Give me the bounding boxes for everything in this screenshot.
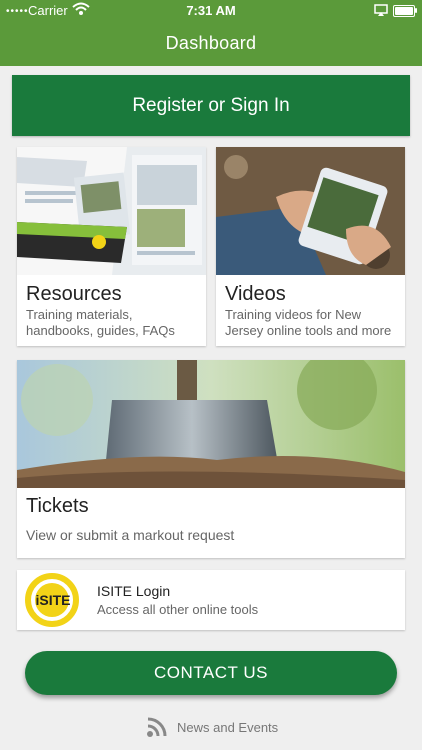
resources-image	[17, 147, 206, 275]
contact-us-button[interactable]: CONTACT US	[25, 651, 397, 695]
isite-logo: iSITE	[17, 570, 88, 630]
isite-logo-text: iSITE	[35, 592, 70, 608]
resources-subtitle: Training materials, handbooks, guides, F…	[26, 307, 175, 338]
battery-tip	[415, 8, 417, 13]
videos-subtitle: Training videos for New Jersey online to…	[225, 307, 392, 338]
tickets-title: Tickets	[26, 495, 89, 517]
tickets-subtitle: View or submit a markout request	[26, 527, 235, 543]
page-title: Dashboard	[165, 33, 257, 53]
resources-card[interactable]: Resources Training materials, handbooks,…	[17, 147, 206, 346]
isite-subtitle: Access all other online tools	[97, 602, 259, 617]
isite-logo-icon: iSITE	[25, 573, 79, 627]
battery-icon	[393, 5, 415, 17]
videos-image	[216, 147, 405, 275]
tickets-card[interactable]: Tickets View or submit a markout request	[17, 360, 405, 558]
app-header: ••••• Carrier 7:31 AM Dashboard	[0, 0, 422, 66]
screen-mirroring-icon	[374, 4, 388, 16]
register-sign-in-button[interactable]: Register or Sign In	[12, 75, 410, 136]
news-and-events-label: News and Events	[177, 720, 279, 735]
status-bar: ••••• Carrier 7:31 AM	[0, 0, 422, 22]
videos-title: Videos	[225, 283, 286, 305]
isite-login-card[interactable]: iSITE ISITE Login Access all other onlin…	[17, 570, 405, 630]
isite-title: ISITE Login	[97, 583, 171, 599]
resources-title: Resources	[26, 283, 122, 305]
rss-icon	[147, 717, 167, 737]
status-time: 7:31 AM	[186, 3, 236, 18]
videos-card[interactable]: Videos Training videos for New Jersey on…	[216, 147, 405, 346]
tickets-image	[17, 360, 405, 488]
